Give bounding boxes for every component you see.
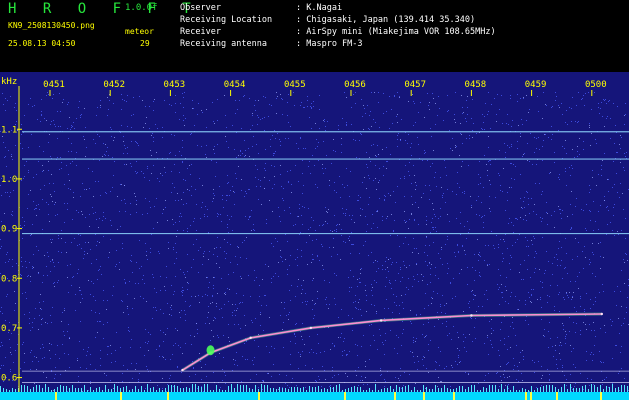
bottom-band-tick [423,392,425,400]
version-label: 1.0.0f [125,3,158,13]
bottom-band-tick [394,392,396,400]
bottom-band-fill [0,392,629,400]
meteor-count: 29 [140,39,150,48]
location-value: : Chigasaki, Japan (139.414 35.340) [296,15,476,25]
observer-value: : K.Nagai [296,3,343,13]
y-tick-label: 0.9 [1,225,17,235]
bottom-band-tick [120,392,122,400]
filename-label: KN9_2508130450.png [8,21,95,30]
bottom-band-tick [344,392,346,400]
bottom-band-tick [525,392,527,400]
bottom-band-tick [258,392,260,400]
x-tick-label: 0500 [585,80,607,90]
bottom-band-tick [167,392,169,400]
location-label: Receiving Location [180,15,273,25]
echo-point [249,336,252,340]
y-tick-label: 0.8 [1,274,17,284]
echo-point [600,312,604,316]
bottom-band-tick [530,392,532,400]
antenna-value: : Maspro FM-3 [296,39,363,49]
datetime-label: 25.08.13 04:50 [8,39,76,48]
y-tick-label: 0.6 [1,374,17,384]
spectrogram-chart: 0451 0452 0453 0454 0455 0456 0457 0458 0459 0500… [0,72,629,400]
x-tick-label: 0459 [525,80,547,90]
x-tick-label: 0455 [284,80,306,90]
bottom-band-tick [55,392,57,400]
x-tick-label: 0457 [404,80,426,90]
meteor-label: meteor [125,27,154,36]
echo-point [470,314,473,317]
echo-point [379,319,383,322]
x-tick-label: 0456 [344,80,366,90]
bottom-band-tick [600,392,602,400]
app-logo: H R O F F T [8,1,200,17]
observer-label: Observer [180,3,221,13]
receiver-value: : AirSpy mini (Miakejima VOR 108.65MHz) [296,27,496,37]
bottom-band-tick [453,392,455,400]
y-axis-unit: kHz [1,77,17,87]
x-tick-label: 0452 [103,80,125,90]
x-tick-label: 0453 [164,80,186,90]
x-tick-label: 0451 [43,80,65,90]
x-tick-label: 0454 [224,80,246,90]
echo-point [309,326,313,330]
echo-point [181,368,184,372]
x-tick-label: 0458 [465,80,487,90]
header-panel: H R O F F T 1.0.0f KN9_2508130450.png me… [0,0,629,72]
bottom-band-tick [556,392,558,400]
receiver-label: Receiver [180,27,221,37]
spectrogram-background [0,72,629,400]
y-tick-label: 0.7 [1,324,17,334]
y-tick-label: 1.0 [1,175,17,185]
y-tick-label: 1.1 [1,125,17,135]
antenna-label: Receiving antenna [180,39,267,49]
echo-head [206,345,215,356]
